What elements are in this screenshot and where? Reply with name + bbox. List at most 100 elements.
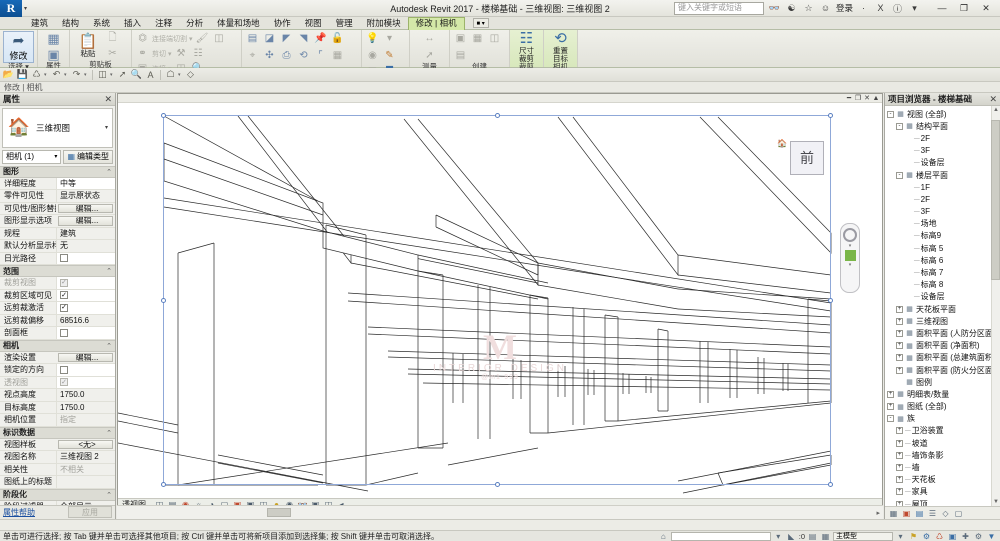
property-value[interactable]: 三维视图 2: [56, 451, 115, 463]
tree-node[interactable]: + ▦ 面积平面 (防火分区面积): [885, 364, 1000, 376]
zoom-tool-icon[interactable]: [844, 250, 856, 261]
crop-region-boundary[interactable]: [161, 113, 833, 487]
crop-handle-br[interactable]: [828, 482, 833, 487]
ribbon-tab-1[interactable]: 结构: [55, 17, 86, 30]
rotate-icon[interactable]: ⟲: [296, 48, 311, 63]
tree-node[interactable]: ─ 标高 5: [885, 242, 1000, 254]
status-search-input[interactable]: [670, 531, 771, 541]
ribbon-tab-4[interactable]: 注释: [148, 17, 179, 30]
trim-icon[interactable]: ⌜: [313, 48, 328, 63]
ribbon-tab-9[interactable]: 管理: [329, 17, 360, 30]
cut-icon[interactable]: ✂: [105, 46, 120, 61]
close-icon[interactable]: ✕: [863, 94, 871, 102]
help-icon[interactable]: ⓘ: [891, 2, 904, 15]
zoom-caret-icon[interactable]: ▾: [849, 262, 852, 268]
browser-scroll-thumb[interactable]: [991, 120, 1000, 280]
tree-node[interactable]: + ▦ 三维视图: [885, 315, 1000, 327]
array-icon[interactable]: ▦: [330, 48, 345, 63]
edit-type-button[interactable]: ▦ 编辑类型: [63, 149, 113, 164]
property-value[interactable]: [56, 476, 115, 488]
collapse-icon[interactable]: ⌃: [106, 342, 112, 350]
property-checkbox[interactable]: ✓: [56, 376, 115, 389]
tree-node[interactable]: + ─ 家具: [885, 486, 1000, 498]
tree-node[interactable]: + ▦ 明细表/数量: [885, 388, 1000, 400]
crop-handle-tr[interactable]: [828, 113, 833, 118]
tree-node[interactable]: + ─ 墙: [885, 461, 1000, 473]
expand-icon[interactable]: +: [896, 329, 903, 337]
type-selector[interactable]: 🏠 三维视图 ▾: [2, 108, 113, 148]
create-group-icon[interactable]: ▦: [470, 31, 485, 46]
section-icon[interactable]: ◇: [184, 68, 197, 81]
cut-geometry-icon[interactable]: ⚭: [135, 46, 150, 61]
property-value[interactable]: 建筑: [56, 227, 115, 240]
property-checkbox[interactable]: ✓: [56, 289, 115, 302]
property-input[interactable]: 中等: [56, 177, 115, 190]
ribbon-tab-0[interactable]: 建筑: [24, 17, 55, 30]
modify-button[interactable]: ➦ 修改: [3, 31, 34, 63]
reload-latest-icon[interactable]: ♺: [934, 532, 945, 541]
dimension-caret-icon[interactable]: ▾: [110, 72, 115, 78]
exchange-apps-icon[interactable]: X: [874, 3, 887, 13]
reset-target-button[interactable]: ⟲ 重置 目标: [547, 31, 574, 63]
minimize-button[interactable]: —: [931, 0, 953, 16]
lightbulb-icon[interactable]: 💡: [365, 31, 380, 46]
account-label[interactable]: 登录: [836, 2, 853, 14]
tree-node[interactable]: ─ 标高 7: [885, 266, 1000, 278]
tree-node[interactable]: - ▦ 族: [885, 413, 1000, 425]
ribbon-tab-7[interactable]: 协作: [267, 17, 298, 30]
tree-node[interactable]: ─ 3F: [885, 145, 1000, 157]
exclude-options-icon[interactable]: ▦: [820, 532, 831, 541]
redo-icon[interactable]: ↷: [70, 68, 83, 81]
tree-node[interactable]: ─ 设备层: [885, 157, 1000, 169]
crop-handle-right[interactable]: [828, 298, 833, 303]
ribbon-tab-3[interactable]: 插入: [117, 17, 148, 30]
browser-more-icon[interactable]: ◇: [940, 508, 951, 519]
app-menu-caret-icon[interactable]: ▾: [24, 5, 27, 12]
property-group-header-范围[interactable]: 范围 ⌃: [0, 265, 115, 278]
property-value[interactable]: 显示原状态: [56, 190, 115, 202]
expand-icon[interactable]: +: [896, 342, 903, 350]
checkbox-icon[interactable]: ✓: [60, 291, 68, 300]
unpin-icon[interactable]: 🔓: [330, 31, 345, 46]
active-workset-select[interactable]: 主模型: [833, 531, 893, 541]
chevron-down-icon[interactable]: ▾: [54, 153, 57, 160]
copy-modify-icon[interactable]: ⎙: [279, 48, 294, 63]
apply-button[interactable]: 应用: [68, 506, 112, 519]
cut-label[interactable]: 剪切 ▾: [152, 49, 171, 59]
collapse-icon[interactable]: -: [896, 171, 903, 179]
checkbox-icon[interactable]: [60, 365, 68, 374]
measure-icon[interactable]: ➚: [116, 68, 129, 81]
property-checkbox[interactable]: ✓: [56, 302, 115, 314]
property-button[interactable]: 编辑...: [58, 352, 113, 363]
model-site-icon[interactable]: ⌂: [658, 532, 669, 541]
home-icon[interactable]: 🏠: [777, 139, 787, 148]
close-icon[interactable]: ✕: [104, 94, 112, 105]
input-caret-icon[interactable]: ▾: [773, 532, 784, 541]
help-search-input[interactable]: 键入关键字或短语: [673, 1, 764, 15]
property-group-header-图形[interactable]: 图形 ⌃: [0, 165, 115, 178]
expand-icon[interactable]: +: [896, 366, 903, 374]
tag-icon[interactable]: 🔍: [130, 68, 143, 81]
expand-icon[interactable]: +: [896, 476, 903, 484]
crop-handle-bl[interactable]: [161, 482, 166, 487]
view3d-caret-icon[interactable]: ▾: [178, 72, 183, 78]
tree-node[interactable]: - ▦ 视图 (全部): [885, 108, 1000, 120]
tree-node[interactable]: + ─ 屋顶: [885, 498, 1000, 506]
restore-backup-icon[interactable]: ▣: [947, 532, 958, 541]
horizontal-scrollbar[interactable]: ▸: [117, 505, 883, 519]
chevron-down-icon[interactable]: ▾: [105, 124, 108, 131]
model-viewport[interactable]: 前 🏠 ▾ ▾ M INTERIOR DESIGN @m1-999: [118, 103, 882, 498]
ribbon-tab-6[interactable]: 体量和场地: [210, 17, 267, 30]
properties-help-link[interactable]: 属性帮助: [3, 507, 35, 518]
tree-node[interactable]: ─ 3F: [885, 206, 1000, 218]
expand-icon[interactable]: +: [896, 464, 903, 472]
close-icon[interactable]: ✕: [989, 94, 997, 105]
properties-icon[interactable]: ▤: [914, 508, 925, 519]
ribbon-tab-8[interactable]: 视图: [298, 17, 329, 30]
worksets-icon[interactable]: ⚑: [908, 532, 919, 541]
property-value[interactable]: 1750.0: [56, 401, 115, 414]
tree-node[interactable]: + ─ 墙饰条影: [885, 449, 1000, 461]
minimize-icon[interactable]: ━: [845, 94, 853, 102]
checkbox-icon[interactable]: ✓: [60, 303, 68, 312]
binoculars-icon[interactable]: 👓: [768, 3, 781, 14]
